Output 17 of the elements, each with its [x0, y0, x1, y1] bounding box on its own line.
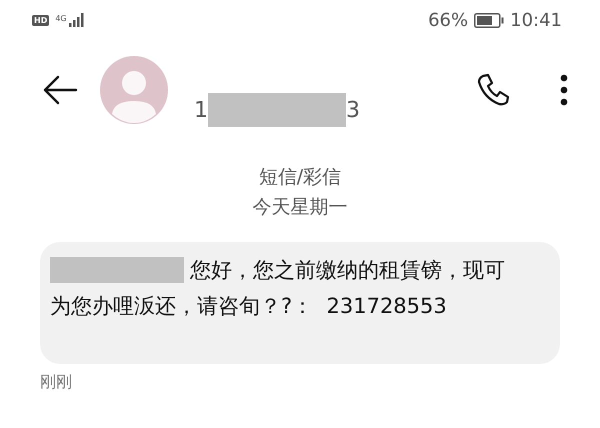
phone-icon[interactable]	[476, 73, 510, 107]
battery-icon	[474, 12, 504, 28]
number-start: 1	[194, 98, 208, 122]
hd-badge: HD	[32, 14, 50, 26]
message-text: 您好，您之前缴纳的租賃镑，现可	[190, 257, 505, 284]
message-text: 为您办哩汳还，请咨旬？?： 231728553	[50, 294, 447, 318]
more-menu-icon[interactable]	[560, 74, 568, 106]
message-channel-label: 短信/彩信	[258, 165, 342, 190]
signal-icon	[68, 13, 85, 27]
avatar-icon	[100, 56, 168, 124]
number-end: 3	[346, 98, 360, 122]
clock-time: 10:41	[510, 10, 562, 30]
date-label: 今天星期一	[252, 195, 348, 220]
network-type: 4G	[55, 15, 67, 23]
back-arrow-icon[interactable]	[42, 75, 78, 105]
battery-percent: 66%	[428, 10, 468, 30]
message-time: 刚刚	[40, 372, 73, 393]
